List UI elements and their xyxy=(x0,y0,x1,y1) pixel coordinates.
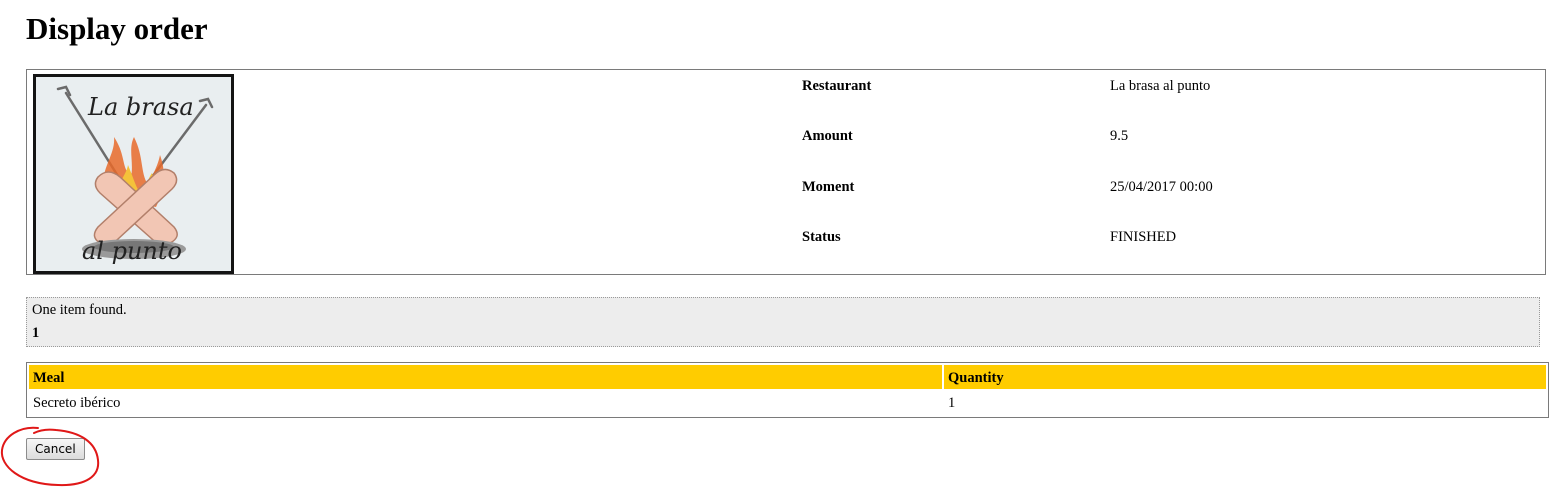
results-banner: One item found. 1 xyxy=(26,297,1540,347)
cell-meal: Secreto ibérico xyxy=(33,394,121,411)
detail-value-amount: 9.5 xyxy=(1110,128,1129,144)
detail-label-moment: Moment xyxy=(802,179,855,195)
results-summary: One item found. xyxy=(32,302,127,318)
table-row: Secreto ibérico 1 xyxy=(29,391,1546,415)
restaurant-logo: La brasa al punto xyxy=(33,74,234,274)
meals-table: Meal Quantity Secreto ibérico 1 xyxy=(26,362,1549,418)
order-details-panel: La brasa al punto Restaurant La brasa al… xyxy=(26,69,1546,275)
pagination-current-page: 1 xyxy=(32,325,40,341)
detail-value-moment: 25/04/2017 00:00 xyxy=(1110,179,1213,195)
table-header-row: Meal Quantity xyxy=(29,365,1546,389)
page-title: Display order xyxy=(26,11,208,46)
column-header-quantity[interactable]: Quantity xyxy=(944,365,1546,389)
annotation-circle xyxy=(0,426,100,487)
detail-value-restaurant: La brasa al punto xyxy=(1110,78,1211,94)
cell-quantity: 1 xyxy=(948,394,956,411)
detail-label-amount: Amount xyxy=(802,128,853,144)
detail-value-status: FINISHED xyxy=(1110,229,1177,245)
restaurant-logo-image: La brasa al punto xyxy=(36,77,231,271)
logo-text-bottom: al punto xyxy=(82,237,182,265)
detail-label-status: Status xyxy=(802,229,841,245)
detail-label-restaurant: Restaurant xyxy=(802,78,872,94)
column-header-meal[interactable]: Meal xyxy=(29,365,942,389)
logo-text-top: La brasa xyxy=(87,93,194,121)
